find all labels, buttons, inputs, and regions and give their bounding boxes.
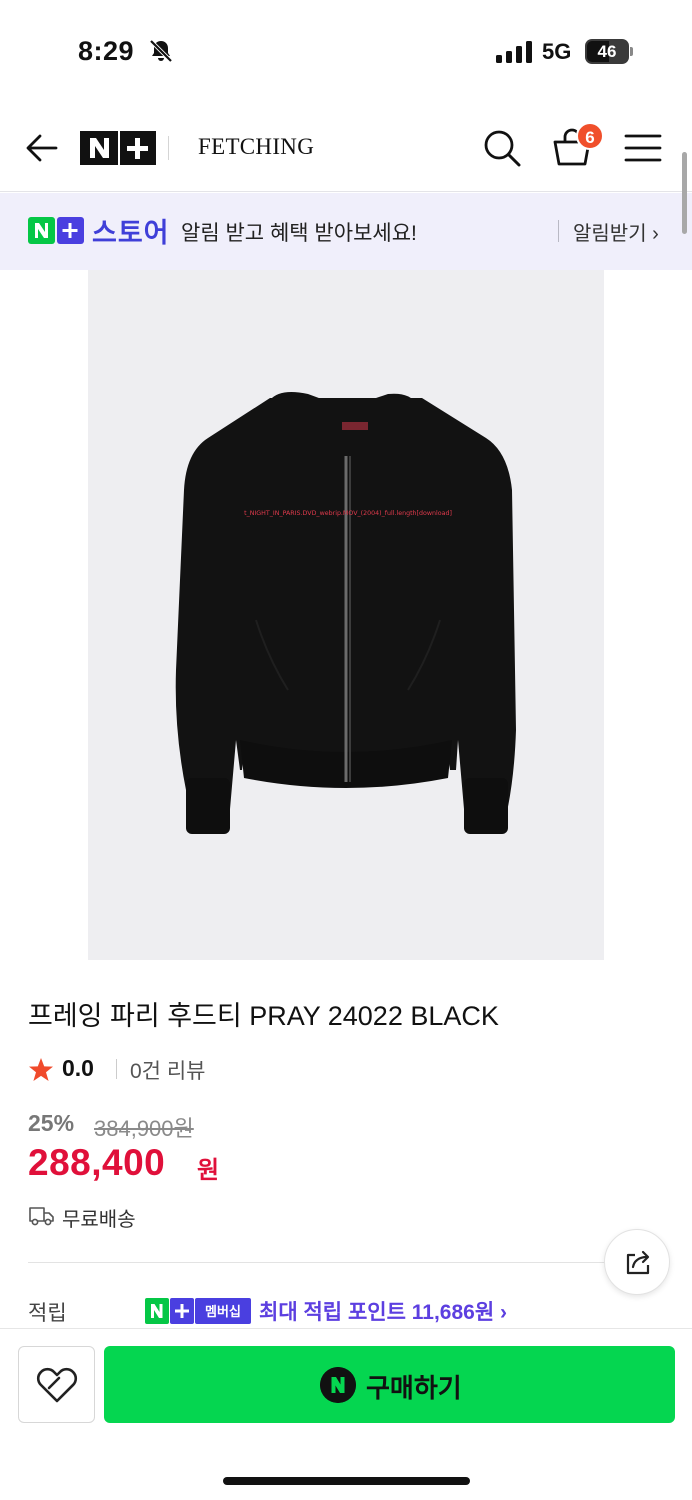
shipping-info: 무료배송 — [62, 1209, 136, 1231]
battery-level: 46 — [597, 42, 617, 61]
buy-button[interactable]: 구매하기 — [104, 1346, 675, 1423]
cart-count-badge: 6 — [576, 122, 604, 150]
svg-text:멤버십: 멤버십 — [205, 1304, 241, 1320]
product-image[interactable]: t_NIGHT_IN_PARIS.DVD_webrip.MOV_(2004)_f… — [88, 270, 604, 960]
menu-icon[interactable] — [624, 132, 662, 164]
home-indicator — [223, 1477, 470, 1485]
discount-rate: 25% — [28, 1110, 75, 1136]
back-arrow-icon[interactable] — [24, 130, 60, 166]
price-currency: 원 — [197, 1157, 220, 1184]
wishlist-button[interactable] — [18, 1346, 95, 1423]
naver-plus-logo[interactable] — [80, 131, 156, 165]
naver-n-icon — [320, 1367, 356, 1403]
rating-score: 0.0 — [62, 1055, 94, 1081]
rating-divider — [116, 1059, 117, 1079]
banner-message: 알림 받고 혜택 받아보세요! — [181, 222, 417, 245]
network-type: 5G — [542, 39, 572, 64]
scrollbar[interactable] — [682, 152, 687, 234]
star-icon — [29, 1058, 53, 1081]
header-divider — [168, 136, 169, 160]
status-time: 8:29 — [78, 36, 135, 66]
points-label: 적립 — [28, 1302, 67, 1325]
top-navigation: FETCHING 6 — [0, 100, 692, 192]
search-icon[interactable] — [482, 128, 522, 168]
share-button[interactable] — [604, 1229, 670, 1295]
signal-icon — [496, 41, 532, 63]
bell-slash-icon — [149, 39, 173, 63]
review-count[interactable]: 0건 리뷰 — [130, 1055, 205, 1085]
notification-banner[interactable]: 스토어 알림 받고 혜택 받아보세요! 알림받기 › — [0, 193, 692, 270]
share-icon — [626, 1250, 650, 1275]
buy-button-label: 구매하기 — [366, 1373, 462, 1403]
banner-divider — [558, 220, 559, 242]
battery-icon: 46 — [585, 39, 633, 64]
naver-plus-store-logo — [28, 217, 84, 244]
brand-name[interactable]: FETCHING — [198, 134, 314, 160]
heart-icon — [36, 1367, 78, 1403]
status-bar: 8:29 5G 46 — [0, 0, 692, 100]
membership-badge: 멤버십 — [145, 1298, 251, 1324]
section-divider — [28, 1262, 664, 1263]
bottom-action-bar: 구매하기 — [0, 1328, 692, 1500]
notification-link[interactable]: 알림받기 › — [573, 217, 659, 246]
max-points-link[interactable]: 최대 적립 포인트 11,686원 › — [259, 1296, 507, 1326]
chest-print-text: t_NIGHT_IN_PARIS.DVD_webrip.MOV_(2004)_f… — [244, 510, 452, 517]
sale-price: 288,400 — [28, 1142, 166, 1183]
truck-icon — [29, 1207, 54, 1226]
original-price: 384,900원 — [94, 1116, 194, 1141]
product-title: 프레잉 파리 후드티 PRAY 24022 BLACK — [28, 1001, 499, 1031]
store-name: 스토어 — [92, 218, 170, 248]
